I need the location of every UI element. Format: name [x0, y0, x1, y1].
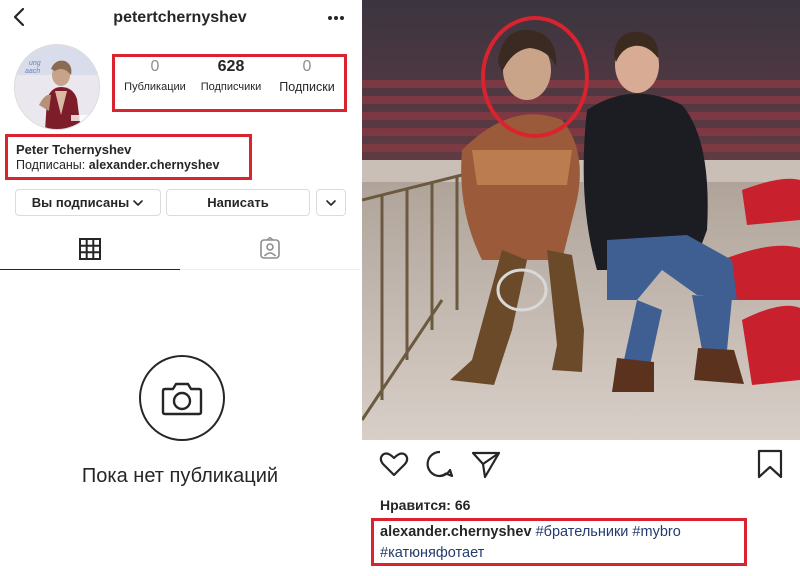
share-icon[interactable] [470, 448, 502, 480]
svg-text:aach: aach [25, 68, 40, 75]
chevron-down-icon [326, 199, 336, 206]
suggestions-button[interactable] [316, 189, 346, 216]
tab-grid[interactable] [0, 228, 180, 270]
profile-panel: petertchernyshev ung aach 0 Публикации 6… [0, 0, 360, 576]
bookmark-icon[interactable] [756, 448, 784, 480]
chevron-down-icon [133, 199, 144, 206]
profile-header: petertchernyshev [0, 0, 360, 38]
name-highlight-box [5, 134, 252, 180]
following-button[interactable]: Вы подписаны [15, 189, 161, 216]
likes-count[interactable]: Нравится: 66 [380, 497, 470, 513]
following-button-label: Вы подписаны [31, 195, 130, 210]
more-icon[interactable] [322, 8, 350, 28]
grid-icon [79, 237, 101, 260]
svg-text:ung: ung [29, 60, 41, 67]
tagged-icon [260, 236, 280, 259]
stats-highlight-box [112, 54, 347, 112]
post-photo[interactable] [362, 0, 800, 440]
comment-icon[interactable] [424, 448, 456, 480]
avatar[interactable]: ung aach [14, 44, 100, 130]
camera-icon [139, 355, 225, 441]
post-panel: Нравится: 66 alexander.chernyshev #брате… [362, 0, 800, 576]
tab-tagged[interactable] [180, 228, 360, 270]
empty-posts-message: Пока нет публикаций [81, 465, 279, 487]
profile-username: petertchernyshev [113, 9, 247, 26]
profile-tabs [0, 228, 360, 270]
caption-highlight-box [371, 518, 747, 566]
heart-icon[interactable] [378, 448, 410, 480]
message-button[interactable]: Написать [166, 189, 310, 216]
post-actions [362, 448, 800, 488]
